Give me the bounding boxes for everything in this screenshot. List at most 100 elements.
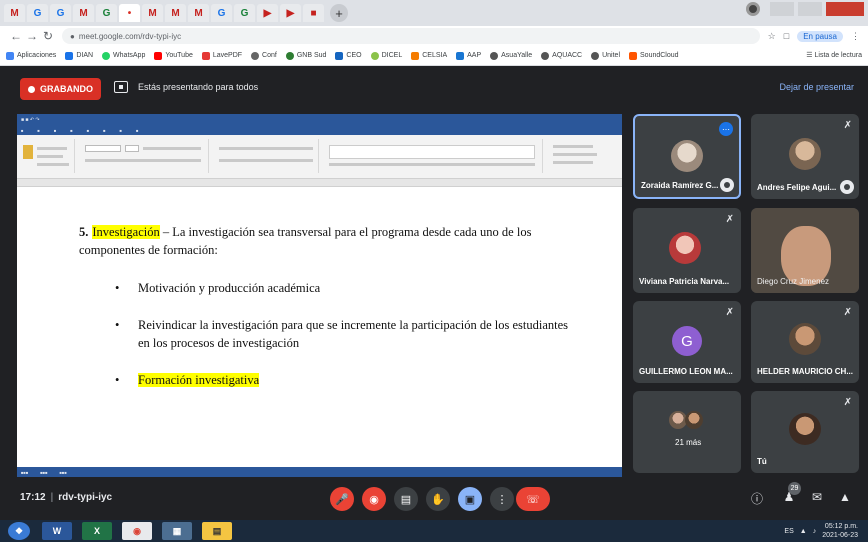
ribbon-tab: ■ bbox=[86, 128, 90, 133]
meeting-time: 17:12 bbox=[20, 492, 46, 503]
browser-tab[interactable]: ■ bbox=[303, 4, 324, 22]
system-clock[interactable]: 05:12 p.m. 2021-06-23 bbox=[822, 522, 858, 540]
browser-tab[interactable]: M bbox=[4, 4, 25, 22]
more-options-button[interactable]: ⋮ bbox=[490, 487, 514, 511]
meet-bottom-bar: 17:12 | rdv-typi-iyc 🎤 ◉ ▤ ✋ ▣ ⋮ ☏ ⓘ ♟ 29 … bbox=[0, 478, 868, 520]
browser-tab[interactable]: M bbox=[165, 4, 186, 22]
extensions-icon[interactable]: □ bbox=[784, 31, 789, 41]
participant-tile[interactable]: ⋯ Zoraida Ramírez G... bbox=[633, 114, 741, 199]
volume-icon[interactable]: ♪ bbox=[813, 528, 817, 535]
reading-list[interactable]: ☰ Lista de lectura bbox=[806, 51, 862, 59]
speaking-indicator-icon bbox=[840, 180, 854, 194]
new-tab-button[interactable]: + bbox=[330, 4, 348, 22]
word-ribbon bbox=[17, 135, 622, 179]
browser-tab-active[interactable]: • bbox=[119, 4, 140, 22]
browser-tab[interactable]: G bbox=[27, 4, 48, 22]
meeting-details-icon[interactable]: ⓘ bbox=[748, 490, 766, 507]
bookmark-item[interactable]: Conf bbox=[251, 51, 277, 60]
browser-tab[interactable]: G bbox=[234, 4, 255, 22]
bookmark-item[interactable]: AsuaYalle bbox=[490, 51, 532, 60]
mic-off-icon: ✗ bbox=[843, 307, 852, 318]
browser-tab[interactable]: M bbox=[73, 4, 94, 22]
presenting-status: Estás presentando para todos bbox=[138, 82, 259, 92]
stop-presenting-button[interactable]: Dejar de presentar bbox=[779, 82, 854, 92]
bookmark-item[interactable]: DICEL bbox=[370, 51, 402, 60]
maximize-button[interactable] bbox=[798, 2, 822, 16]
ribbon-tab: ■ bbox=[70, 128, 73, 133]
profile-icon[interactable] bbox=[746, 2, 760, 16]
bullet-list: Motivación y producción académica Reivin… bbox=[115, 279, 575, 408]
more-options-icon[interactable]: ⋯ bbox=[719, 122, 733, 136]
bookmark-favicon bbox=[541, 51, 550, 60]
meeting-info: 17:12 | rdv-typi-iyc bbox=[20, 492, 112, 503]
self-tile[interactable]: ✗ Tú bbox=[751, 391, 859, 473]
browser-tab[interactable]: G bbox=[50, 4, 71, 22]
menu-kebab-icon[interactable]: ⋮ bbox=[851, 31, 860, 42]
clock-time: 05:12 p.m. bbox=[824, 523, 858, 530]
bookmark-item[interactable]: AAP bbox=[456, 51, 481, 60]
bookmark-item[interactable]: SoundCloud bbox=[629, 51, 679, 60]
mic-off-button[interactable]: 🎤 bbox=[330, 487, 354, 511]
browser-tab[interactable]: ▶ bbox=[257, 4, 278, 22]
participant-name: GUILLERMO LEON MA... bbox=[639, 367, 733, 376]
participant-name: Diego Cruz Jimenez bbox=[757, 277, 830, 286]
bookmark-item[interactable]: WhatsApp bbox=[102, 51, 145, 60]
reload-icon[interactable]: ↻ bbox=[40, 29, 56, 43]
bookmark-star-icon[interactable]: ☆ bbox=[768, 31, 776, 42]
language-indicator[interactable]: ES bbox=[784, 528, 793, 535]
bookmark-item[interactable]: CELSIA bbox=[411, 51, 447, 60]
apps-grid-icon bbox=[6, 51, 14, 60]
address-bar[interactable]: ● meet.google.com/rdv-typi-iyc bbox=[62, 28, 760, 44]
window-controls bbox=[746, 2, 864, 16]
word-ruler bbox=[17, 179, 622, 187]
start-button[interactable]: ❖ bbox=[8, 522, 30, 540]
chat-icon[interactable]: ✉ bbox=[808, 490, 826, 504]
camera-off-button[interactable]: ◉ bbox=[362, 487, 386, 511]
participant-name: HELDER MAURICIO CH... bbox=[757, 367, 853, 376]
browser-tab[interactable]: G bbox=[96, 4, 117, 22]
back-icon[interactable]: ← bbox=[8, 29, 24, 43]
raise-hand-button[interactable]: ✋ bbox=[426, 487, 450, 511]
bookmark-item[interactable]: AQUACC bbox=[541, 51, 582, 60]
close-window-button[interactable] bbox=[826, 2, 864, 16]
excel-taskbar-icon[interactable]: X bbox=[82, 522, 112, 540]
browser-tab[interactable]: ▶ bbox=[280, 4, 301, 22]
document-page: 5. Investigación – La investigación sea t… bbox=[17, 187, 622, 467]
bookmark-item[interactable]: Unitel bbox=[591, 51, 620, 60]
os-taskbar: ❖ W X ◉ ▦ ▤ ES ▲ ♪ 05:12 p.m. 2021-06-23 bbox=[0, 520, 868, 542]
minimize-button[interactable] bbox=[770, 2, 794, 16]
bookmark-item[interactable]: LavePDF bbox=[201, 51, 242, 60]
network-icon[interactable]: ▲ bbox=[800, 528, 807, 535]
participant-tile[interactable]: ✗ Andres Felipe Agui... bbox=[751, 114, 859, 199]
participant-tile-video[interactable]: Diego Cruz Jimenez bbox=[751, 208, 859, 293]
browser-tab[interactable]: M bbox=[142, 4, 163, 22]
file-explorer-taskbar-icon[interactable]: ▤ bbox=[202, 522, 232, 540]
chrome-taskbar-icon[interactable]: ◉ bbox=[122, 522, 152, 540]
participant-tile[interactable]: ✗ Viviana Patricia Narva... bbox=[633, 208, 741, 293]
bookmark-apps[interactable]: Aplicaciones bbox=[6, 51, 56, 60]
present-now-button[interactable]: ▣ bbox=[458, 487, 482, 511]
more-participants-tile[interactable]: 21 más bbox=[633, 391, 741, 473]
forward-icon[interactable]: → bbox=[24, 29, 40, 43]
meeting-code: rdv-typi-iyc bbox=[58, 492, 113, 503]
participant-name: Andres Felipe Agui... bbox=[757, 183, 837, 192]
activities-icon[interactable]: ▲ bbox=[836, 490, 854, 504]
recording-badge[interactable]: GRABANDO bbox=[20, 78, 101, 100]
app-taskbar-icon[interactable]: ▦ bbox=[162, 522, 192, 540]
participant-tile[interactable]: ✗ HELDER MAURICIO CH... bbox=[751, 301, 859, 383]
bookmark-item[interactable]: YouTube bbox=[154, 51, 193, 60]
mic-off-icon: ✗ bbox=[843, 397, 852, 408]
sync-paused-chip[interactable]: En pausa bbox=[797, 30, 843, 42]
word-taskbar-icon[interactable]: W bbox=[42, 522, 72, 540]
leave-call-button[interactable]: ☏ bbox=[516, 487, 550, 511]
participant-tile[interactable]: G ✗ GUILLERMO LEON MA... bbox=[633, 301, 741, 383]
browser-tab[interactable]: M bbox=[188, 4, 209, 22]
browser-tab[interactable]: G bbox=[211, 4, 232, 22]
bookmark-item[interactable]: GNB Sud bbox=[285, 51, 326, 60]
bookmark-item[interactable]: CEO bbox=[335, 51, 362, 60]
participant-avatar bbox=[789, 138, 821, 170]
bookmark-item[interactable]: DIAN bbox=[65, 51, 93, 60]
participant-initial-avatar: G bbox=[672, 326, 702, 356]
separator: | bbox=[50, 492, 54, 503]
captions-button[interactable]: ▤ bbox=[394, 487, 418, 511]
